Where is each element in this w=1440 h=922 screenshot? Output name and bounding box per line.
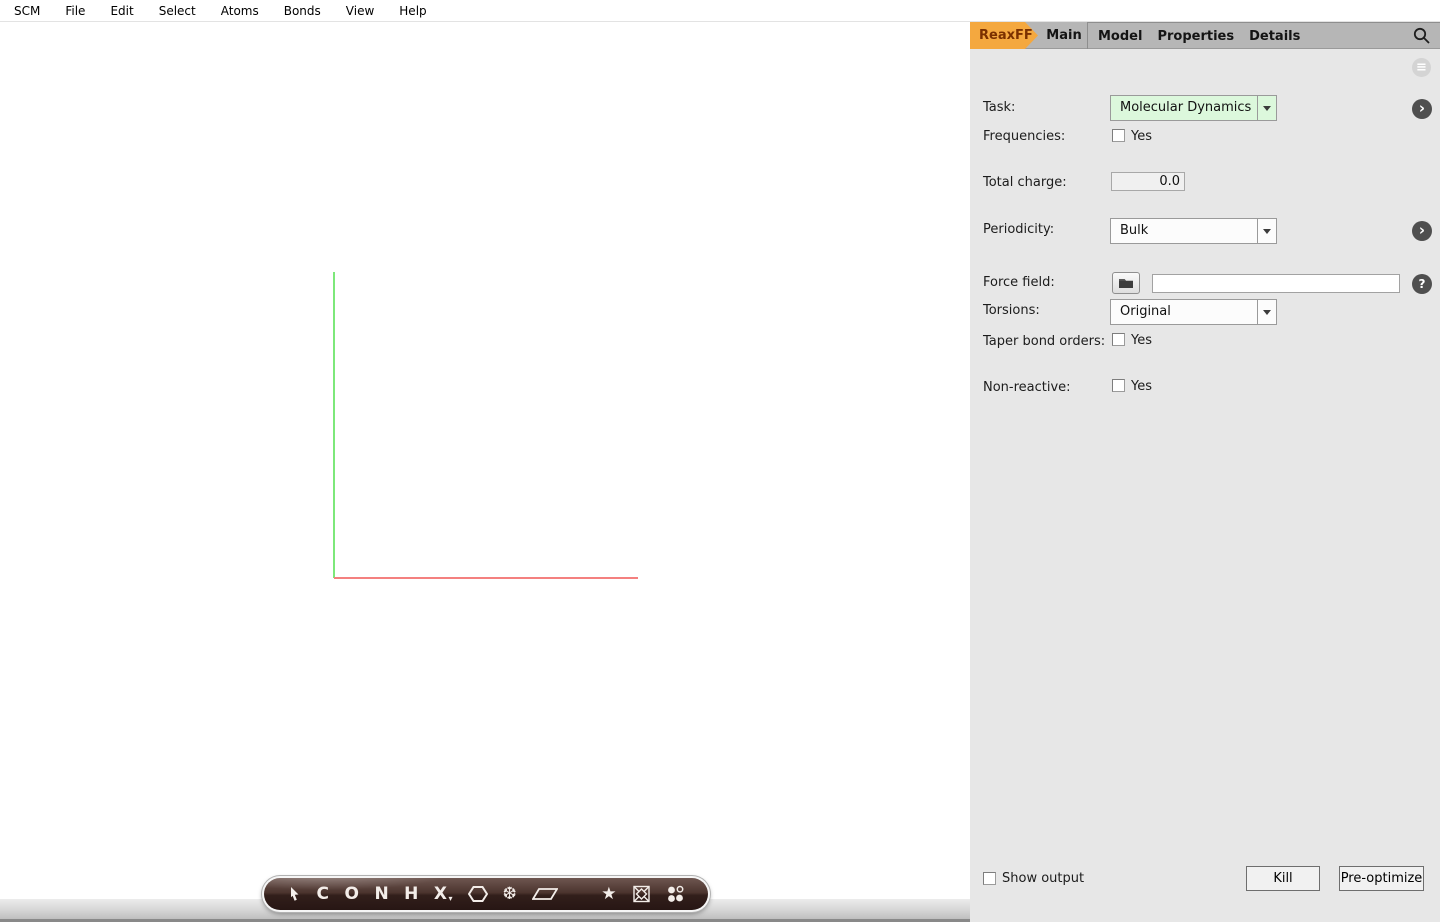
menu-atoms[interactable]: Atoms: [215, 2, 265, 20]
preoptimize-button[interactable]: Pre-optimize: [1339, 866, 1424, 891]
folder-icon: [1118, 277, 1134, 289]
tab-model[interactable]: Model: [1098, 29, 1142, 44]
periodicity-dropdown-arrow-icon[interactable]: [1257, 219, 1276, 243]
taper-bond-orders-label: Taper bond orders:: [983, 334, 1105, 349]
atom-carbon-button[interactable]: C: [309, 878, 337, 910]
panel-menu-icon[interactable]: ≡: [1412, 58, 1431, 77]
unit-cell-tool-icon[interactable]: [624, 878, 658, 910]
non-reactive-checkbox[interactable]: [1112, 379, 1125, 392]
atom-x-label: X: [434, 884, 448, 904]
menu-scm[interactable]: SCM: [8, 2, 46, 20]
favorites-star-tool-icon[interactable]: ★: [594, 878, 624, 910]
menu-bonds[interactable]: Bonds: [278, 2, 327, 20]
torsions-dropdown-value: Original: [1111, 300, 1257, 324]
x-axis-line: [334, 577, 638, 579]
element-dropdown-caret-icon: ▾: [449, 894, 453, 903]
task-dropdown-arrow-icon[interactable]: [1257, 96, 1276, 120]
frequencies-label: Frequencies:: [983, 129, 1065, 144]
atom-carbon-label: C: [317, 884, 330, 904]
force-field-help-button[interactable]: ?: [1412, 274, 1432, 294]
non-reactive-checkbox-label[interactable]: Yes: [1131, 379, 1152, 394]
force-field-path-input[interactable]: [1152, 274, 1400, 293]
tab-main[interactable]: Main: [1040, 22, 1088, 49]
reaxff-module-badge[interactable]: ReaxFF: [970, 22, 1038, 49]
build-toolbar: C O N H X ▾ ❆: [262, 876, 710, 912]
atom-hydrogen-button[interactable]: H: [397, 878, 427, 910]
settings-panel: ReaxFF Main Model Properties Details ≡ T…: [970, 22, 1440, 922]
frequencies-checkbox-label[interactable]: Yes: [1131, 129, 1152, 144]
atom-x-element-button[interactable]: X ▾: [426, 878, 460, 910]
build-toolbar-surface: C O N H X ▾ ❆: [264, 878, 708, 910]
torsions-dropdown-arrow-icon[interactable]: [1257, 300, 1276, 324]
pointer-tool-icon[interactable]: [279, 878, 309, 910]
atom-nitrogen-label: N: [374, 884, 389, 904]
tab-properties[interactable]: Properties: [1157, 29, 1234, 44]
slab-plane-tool-icon[interactable]: [524, 878, 565, 910]
tab-details[interactable]: Details: [1249, 29, 1300, 44]
application-window: SCM File Edit Select Atoms Bonds View He…: [0, 0, 1440, 922]
task-detail-chevron-button[interactable]: ›: [1412, 99, 1432, 119]
periodicity-detail-chevron-button[interactable]: ›: [1412, 221, 1432, 241]
molecule-canvas[interactable]: C O N H X ▾ ❆: [0, 22, 970, 922]
force-field-label: Force field:: [983, 275, 1055, 290]
menu-bar: SCM File Edit Select Atoms Bonds View He…: [0, 0, 1440, 22]
search-icon[interactable]: [1412, 26, 1432, 46]
menu-select[interactable]: Select: [153, 2, 202, 20]
menu-edit[interactable]: Edit: [104, 2, 139, 20]
kill-button[interactable]: Kill: [1246, 866, 1320, 891]
secondary-tab-group: Model Properties Details: [1087, 22, 1440, 49]
panel-tab-bar: ReaxFF Main Model Properties Details: [970, 22, 1440, 49]
atom-oxygen-label: O: [344, 884, 359, 904]
y-axis-line: [333, 272, 335, 578]
atom-hydrogen-label: H: [404, 884, 419, 904]
atom-nitrogen-button[interactable]: N: [367, 878, 397, 910]
taper-bond-orders-checkbox[interactable]: [1112, 333, 1125, 346]
force-field-browse-button[interactable]: [1112, 272, 1140, 294]
periodicity-dropdown-value: Bulk: [1111, 219, 1257, 243]
total-charge-label: Total charge:: [983, 175, 1067, 190]
task-label: Task:: [983, 100, 1015, 115]
menu-view[interactable]: View: [340, 2, 380, 20]
non-reactive-label: Non-reactive:: [983, 380, 1071, 395]
task-dropdown[interactable]: Molecular Dynamics: [1110, 95, 1277, 121]
frequencies-checkbox[interactable]: [1112, 129, 1125, 142]
periodicity-label: Periodicity:: [983, 222, 1054, 237]
total-charge-input[interactable]: [1111, 172, 1185, 191]
ring-structure-tool-icon[interactable]: [460, 878, 495, 910]
menu-help[interactable]: Help: [393, 2, 432, 20]
torsions-label: Torsions:: [983, 303, 1040, 318]
crystal-structure-tool-icon[interactable]: ❆: [495, 878, 524, 910]
periodicity-dropdown[interactable]: Bulk: [1110, 218, 1277, 244]
show-output-label[interactable]: Show output: [1002, 871, 1084, 886]
molecules-library-tool-icon[interactable]: [658, 878, 692, 910]
show-output-checkbox[interactable]: [983, 872, 996, 885]
torsions-dropdown[interactable]: Original: [1110, 299, 1277, 325]
task-dropdown-value: Molecular Dynamics: [1111, 96, 1257, 120]
menu-file[interactable]: File: [59, 2, 91, 20]
taper-bond-orders-checkbox-label[interactable]: Yes: [1131, 333, 1152, 348]
atom-oxygen-button[interactable]: O: [337, 878, 367, 910]
